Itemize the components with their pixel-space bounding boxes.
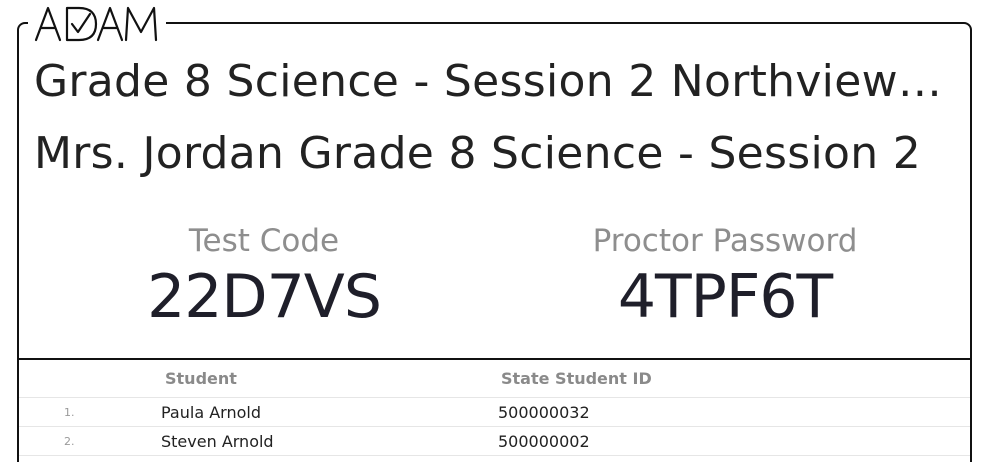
- proctor-password-block: Proctor Password 4TPF6T: [495, 222, 955, 334]
- session-title-line-1: Grade 8 Science - Session 2 Northview Mi…: [34, 56, 944, 107]
- adam-logo-mark: [34, 6, 158, 42]
- test-code-value: 22D7VS: [147, 262, 382, 332]
- column-header-student[interactable]: Student: [165, 369, 237, 388]
- table-row[interactable]: 2. Steven Arnold 500000002: [19, 427, 970, 456]
- student-name: Steven Arnold: [161, 432, 274, 451]
- state-student-id: 500000032: [498, 403, 590, 422]
- session-title-line-2: Mrs. Jordan Grade 8 Science - Session 2: [34, 128, 922, 179]
- adam-logo: [28, 4, 166, 44]
- table-header: Student State Student ID: [19, 360, 970, 398]
- student-name: Paula Arnold: [161, 403, 261, 422]
- proctor-password-label: Proctor Password: [592, 223, 858, 259]
- row-index: 2.: [64, 435, 75, 448]
- test-code-block: Test Code 22D7VS: [34, 222, 494, 334]
- column-header-state-student-id[interactable]: State Student ID: [501, 369, 652, 388]
- test-code-label: Test Code: [188, 223, 340, 259]
- state-student-id: 500000002: [498, 432, 590, 451]
- table-row[interactable]: 1. Paula Arnold 500000032: [19, 398, 970, 427]
- row-index: 1.: [64, 406, 75, 419]
- proctor-password-value: 4TPF6T: [617, 262, 833, 332]
- student-table: Student State Student ID 1. Paula Arnold…: [19, 360, 970, 456]
